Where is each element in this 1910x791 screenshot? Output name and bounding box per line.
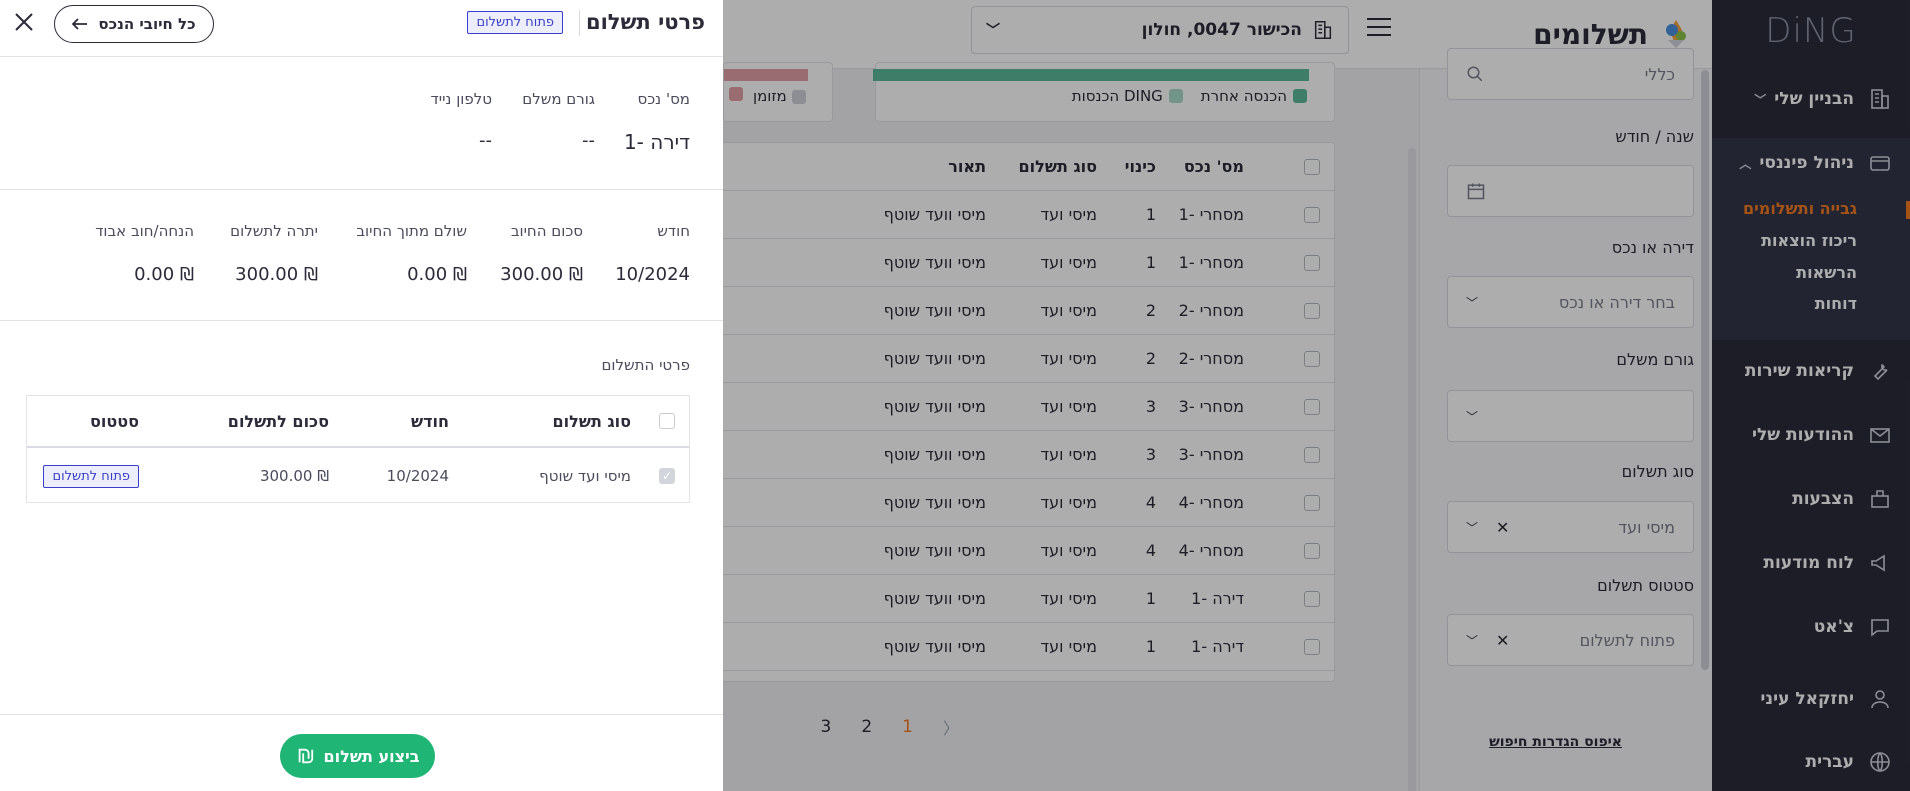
balance-label: יתרה לתשלום bbox=[230, 222, 318, 240]
discount-value: ₪ 0.00 bbox=[134, 264, 194, 285]
payment-details-title: פרטי התשלום bbox=[601, 356, 690, 374]
table-header: סוג תשלום חודש סכום לתשלום סטטוס bbox=[27, 396, 689, 448]
paid-label: שולם מתוך החיוב bbox=[356, 222, 467, 240]
select-all-checkbox[interactable] bbox=[659, 413, 675, 429]
table-row: ✓ מיסי ועד שוטף 10/2024 ₪ 300.00 פתוח לת… bbox=[27, 450, 689, 502]
divider bbox=[579, 10, 580, 36]
discount-label: הנחה/חוב אבוד bbox=[95, 222, 194, 240]
property-number-label: מס' נכס bbox=[637, 90, 691, 108]
paid-value: ₪ 0.00 bbox=[407, 264, 467, 285]
payment-details-table: סוג תשלום חודש סכום לתשלום סטטוס ✓ מיסי … bbox=[26, 395, 690, 503]
drawer-footer: ביצוע תשלום bbox=[0, 714, 723, 791]
property-number-value: דירה -1 bbox=[623, 130, 690, 154]
col-header: סכום לתשלום bbox=[227, 411, 329, 431]
mobile-label: טלפון נייד bbox=[430, 90, 492, 108]
row-checkbox[interactable]: ✓ bbox=[659, 468, 675, 484]
balance-value: ₪ 300.00 bbox=[235, 264, 318, 285]
arrow-left-icon bbox=[72, 18, 88, 30]
payer-value: -- bbox=[582, 130, 595, 151]
month-value: 10/2024 bbox=[615, 264, 690, 285]
close-icon[interactable] bbox=[13, 11, 35, 33]
drawer-header: פרטי תשלום פתוח לתשלום כל חיובי הנכס bbox=[0, 0, 723, 57]
all-property-charges-button[interactable]: כל חיובי הנכס bbox=[54, 5, 214, 43]
make-payment-button[interactable]: ביצוע תשלום bbox=[280, 734, 435, 778]
col-header: חודש bbox=[410, 411, 449, 431]
col-header: סטטוס bbox=[90, 411, 139, 431]
mobile-value: -- bbox=[479, 130, 492, 151]
modal-overlay[interactable] bbox=[723, 0, 1910, 791]
status-badge: פתוח לתשלום bbox=[467, 11, 563, 34]
shekel-icon bbox=[296, 747, 314, 765]
payment-details-drawer: פרטי תשלום פתוח לתשלום כל חיובי הנכס מס'… bbox=[0, 0, 723, 791]
col-header: סוג תשלום bbox=[552, 411, 631, 431]
divider bbox=[0, 320, 723, 321]
status-badge: פתוח לתשלום bbox=[43, 464, 139, 488]
drawer-title: פרטי תשלום bbox=[585, 10, 705, 34]
payer-label: גורם משלם bbox=[522, 90, 595, 108]
month-label: חודש bbox=[657, 222, 690, 240]
divider bbox=[0, 189, 723, 190]
charge-amount-value: ₪ 300.00 bbox=[500, 264, 583, 285]
charge-amount-label: סכום החיוב bbox=[510, 222, 583, 240]
